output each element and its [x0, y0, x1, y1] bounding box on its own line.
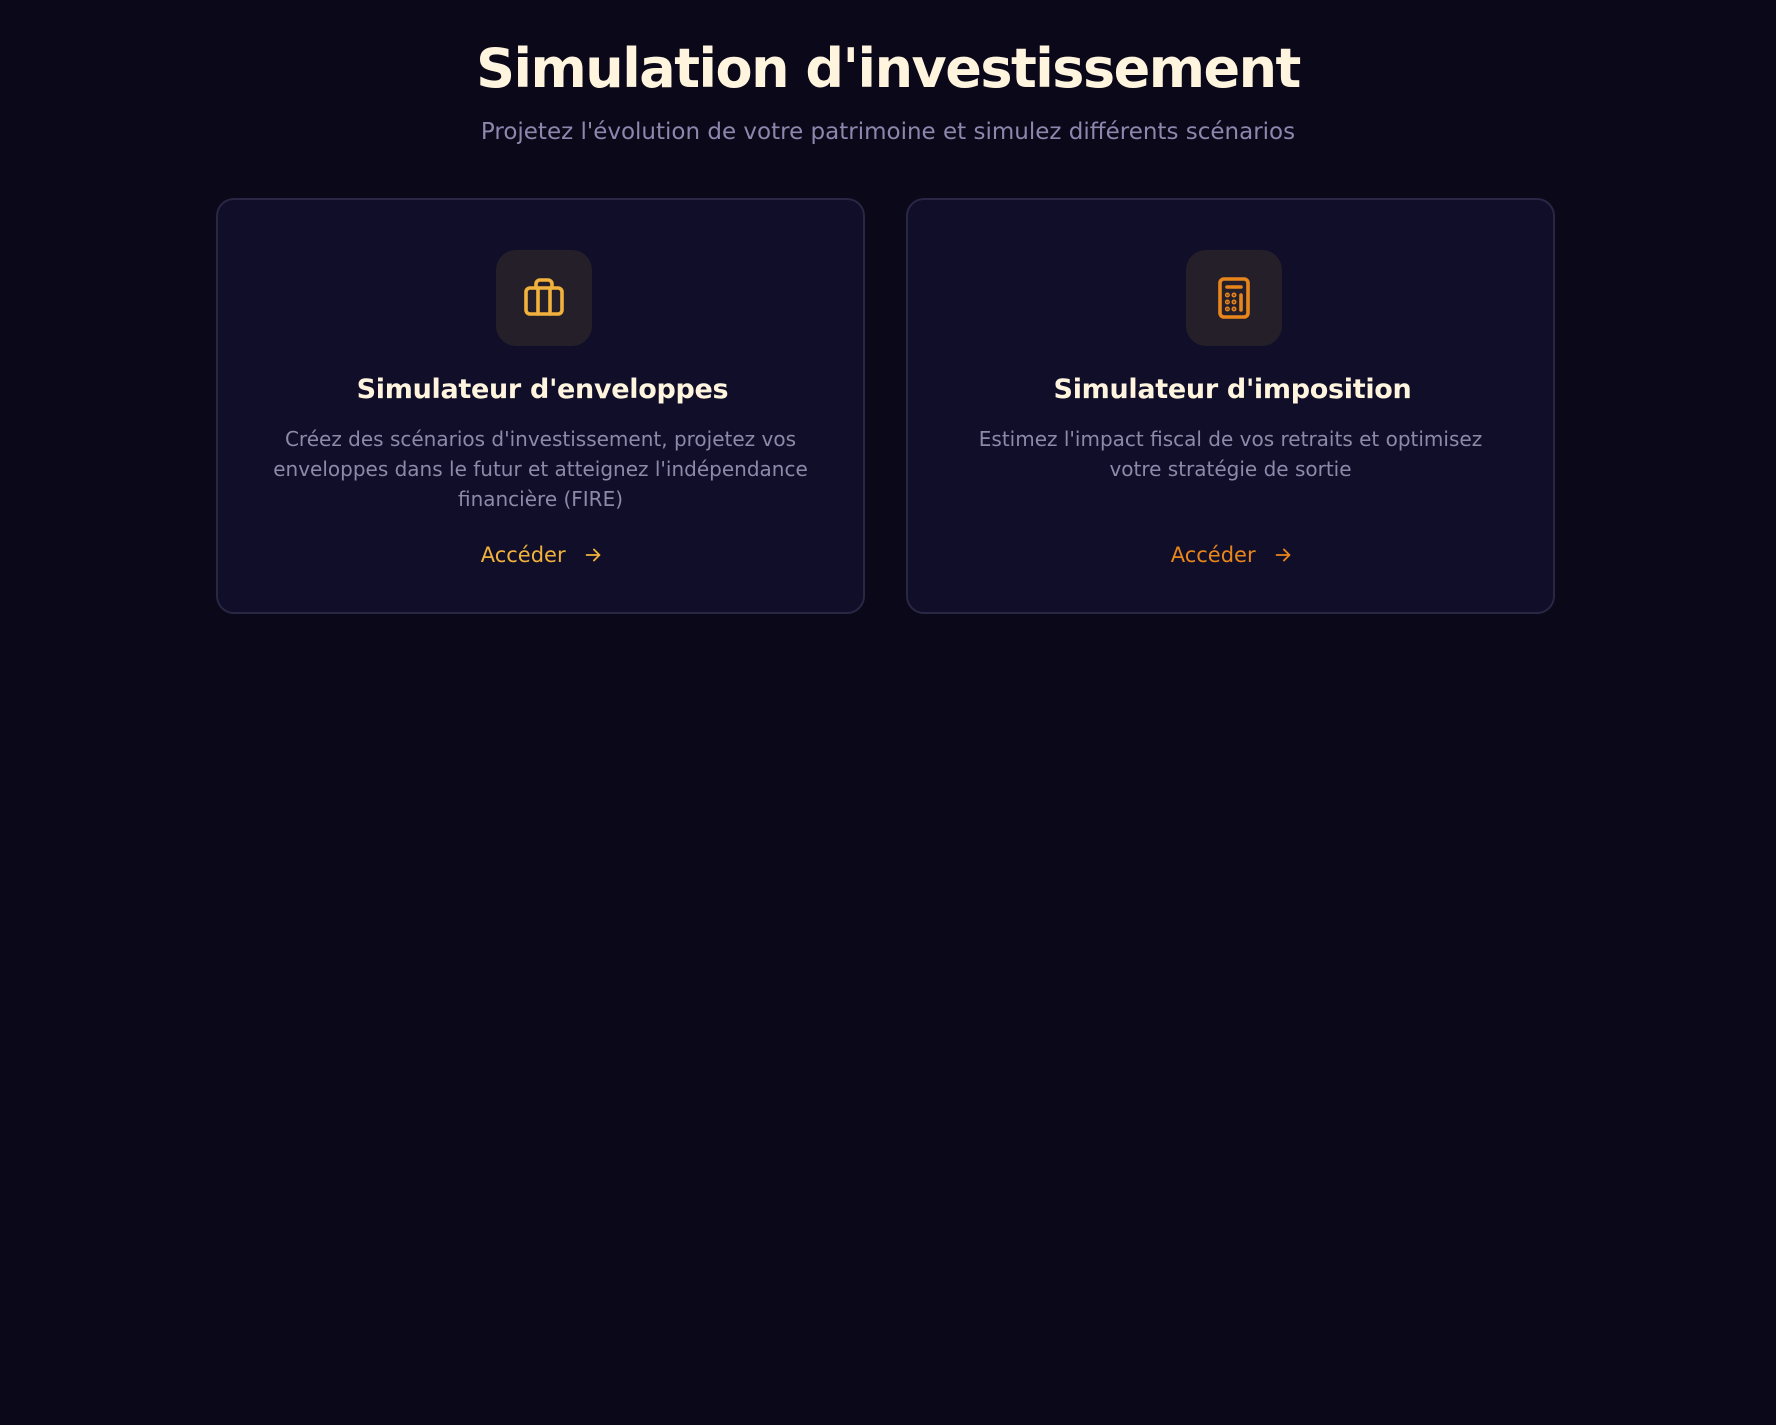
page: Simulation d'investissement Projetez l'é…	[0, 0, 1776, 1425]
envelope-simulator-card[interactable]: Simulateur d'enveloppes Créez des scénar…	[216, 198, 865, 614]
calculator-icon-tile	[1186, 250, 1282, 346]
tax-simulator-card[interactable]: Simulateur d'imposition Estimez l'impact…	[906, 198, 1555, 614]
access-tax-simulator-link[interactable]: Accéder	[908, 536, 1557, 572]
simulator-cards: Simulateur d'enveloppes Créez des scénar…	[216, 198, 1560, 618]
card-title: Simulateur d'enveloppes	[356, 374, 729, 405]
calculator-icon	[1218, 277, 1250, 319]
arrow-right-icon	[1275, 548, 1291, 562]
arrow-right-icon	[585, 548, 601, 562]
page-title: Simulation d'investissement	[476, 37, 1301, 100]
access-link-label: Accéder	[1170, 543, 1256, 567]
card-title: Simulateur d'imposition	[1053, 374, 1412, 405]
briefcase-icon-tile	[496, 250, 592, 346]
access-link-label: Accéder	[480, 543, 566, 567]
page-subtitle: Projetez l'évolution de votre patrimoine…	[480, 119, 1296, 145]
card-description: Créez des scénarios d'investissement, pr…	[273, 427, 808, 511]
briefcase-icon	[524, 278, 564, 316]
access-envelope-simulator-link[interactable]: Accéder	[218, 536, 867, 572]
card-description: Estimez l'impact fiscal de vos retraits …	[978, 427, 1483, 481]
